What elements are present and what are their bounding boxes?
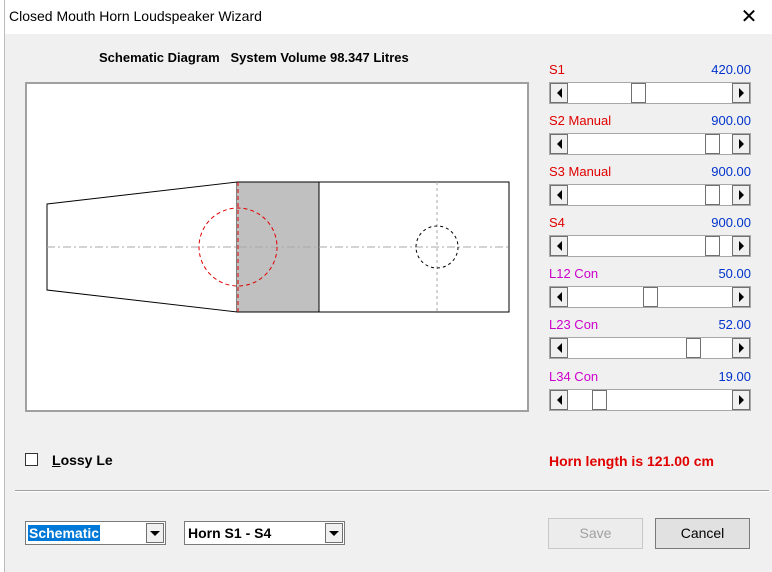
- horn-select[interactable]: Horn S1 - S4: [184, 521, 345, 545]
- view-select[interactable]: Schematic: [25, 521, 166, 545]
- slider-scrollbar[interactable]: [549, 184, 751, 206]
- slider-value: 900.00: [711, 215, 751, 230]
- scroll-left-icon[interactable]: [550, 390, 568, 410]
- slider-label: S2 Manual: [549, 113, 612, 128]
- scroll-right-icon[interactable]: [732, 134, 750, 154]
- view-select-value: Schematic: [28, 525, 101, 541]
- scroll-left-icon[interactable]: [550, 287, 568, 307]
- slider-thumb[interactable]: [631, 83, 646, 103]
- scroll-right-icon[interactable]: [732, 287, 750, 307]
- window-title: Closed Mouth Horn Loudspeaker Wizard: [9, 8, 262, 24]
- slider-value: 52.00: [718, 317, 751, 332]
- scroll-right-icon[interactable]: [732, 338, 750, 358]
- slider-scrollbar[interactable]: [549, 82, 751, 104]
- horn-length-readout: Horn length is 121.00 cm: [549, 453, 714, 469]
- slider-thumb[interactable]: [705, 236, 720, 256]
- slider-scrollbar[interactable]: [549, 235, 751, 257]
- slider-thumb[interactable]: [705, 185, 720, 205]
- wizard-dialog: Closed Mouth Horn Loudspeaker Wizard ✕ S…: [4, 0, 772, 572]
- scroll-right-icon[interactable]: [732, 236, 750, 256]
- slider-value: 50.00: [718, 266, 751, 281]
- slider-thumb[interactable]: [592, 390, 607, 410]
- lossy-label: Lossy Le: [52, 452, 113, 468]
- save-label: Save: [579, 525, 612, 541]
- slider-value: 420.00: [711, 62, 751, 77]
- scroll-left-icon[interactable]: [550, 134, 568, 154]
- scroll-left-icon[interactable]: [550, 185, 568, 205]
- separator: [15, 490, 769, 492]
- slider-scrollbar[interactable]: [549, 337, 751, 359]
- slider-thumb[interactable]: [686, 338, 701, 358]
- slider-thumb[interactable]: [705, 134, 720, 154]
- cancel-button[interactable]: Cancel: [655, 518, 750, 549]
- scroll-right-icon[interactable]: [732, 83, 750, 103]
- scroll-right-icon[interactable]: [732, 185, 750, 205]
- lossy-checkbox[interactable]: [25, 453, 38, 466]
- slider-label: S3 Manual: [549, 164, 612, 179]
- scroll-left-icon[interactable]: [550, 236, 568, 256]
- slider-scrollbar[interactable]: [549, 389, 751, 411]
- diagram-heading: Schematic Diagram System Volume 98.347 L…: [99, 50, 409, 65]
- scroll-right-icon[interactable]: [732, 390, 750, 410]
- lossy-label-text: ossy Le: [60, 452, 113, 468]
- horn-select-value: Horn S1 - S4: [188, 525, 272, 541]
- slider-label: L23 Con: [549, 317, 599, 332]
- slider-value: 19.00: [718, 369, 751, 384]
- slider-scrollbar[interactable]: [549, 133, 751, 155]
- scroll-left-icon[interactable]: [550, 338, 568, 358]
- horn-schematic: [46, 181, 510, 313]
- slider-scrollbar[interactable]: [549, 286, 751, 308]
- chevron-down-icon[interactable]: [325, 523, 343, 543]
- save-button[interactable]: Save: [548, 518, 643, 549]
- scroll-left-icon[interactable]: [550, 83, 568, 103]
- chevron-down-icon[interactable]: [146, 523, 164, 543]
- close-button[interactable]: ✕: [726, 0, 772, 34]
- slider-label: L12 Con: [549, 266, 599, 281]
- slider-label: S4: [549, 215, 565, 230]
- slider-value: 900.00: [711, 113, 751, 128]
- slider-thumb[interactable]: [643, 287, 658, 307]
- title-bar: Closed Mouth Horn Loudspeaker Wizard ✕: [5, 0, 772, 34]
- slider-value: 900.00: [711, 164, 751, 179]
- schematic-diagram: [25, 82, 529, 412]
- slider-label: S1: [549, 62, 565, 77]
- slider-label: L34 Con: [549, 369, 599, 384]
